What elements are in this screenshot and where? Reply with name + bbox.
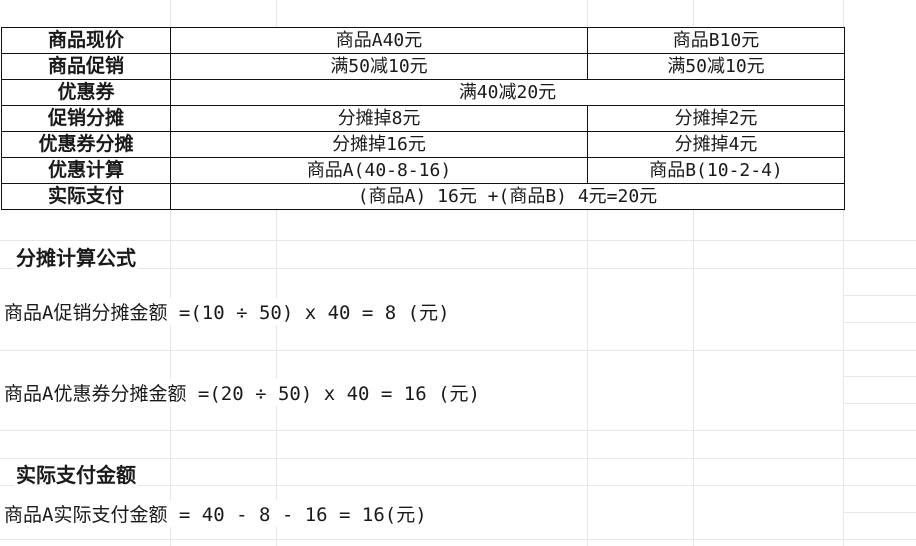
product-a-cell[interactable]: 商品A40元 bbox=[170, 27, 588, 54]
table-row: 商品现价 商品A40元 商品B10元 bbox=[1, 27, 845, 54]
product-a-cell[interactable]: 商品A(40-8-16) bbox=[170, 157, 588, 184]
row-label[interactable]: 优惠计算 bbox=[1, 157, 171, 184]
promotion-table: 商品现价 商品A40元 商品B10元 商品促销 满50减10元 满50减10元 … bbox=[1, 27, 845, 210]
actual-payment-formula[interactable]: 商品A实际支付金额 = 40 - 8 - 16 = 16(元) bbox=[4, 500, 427, 527]
coupon-allocation-formula[interactable]: 商品A优惠券分摊金额 =(20 ÷ 50) x 40 = 16 (元) bbox=[4, 379, 480, 406]
product-b-cell[interactable]: 分摊掉4元 bbox=[587, 131, 845, 158]
product-b-cell[interactable]: 商品B(10-2-4) bbox=[587, 157, 845, 184]
actual-payment-title[interactable]: 实际支付金额 bbox=[14, 459, 138, 488]
product-b-cell[interactable]: 满50减10元 bbox=[587, 53, 845, 80]
row-label[interactable]: 优惠券 bbox=[1, 79, 171, 106]
merged-cell[interactable]: (商品A) 16元 +(商品B) 4元=20元 bbox=[170, 183, 845, 210]
product-a-cell[interactable]: 分摊掉8元 bbox=[170, 105, 588, 132]
table-row: 优惠计算 商品A(40-8-16) 商品B(10-2-4) bbox=[1, 157, 845, 184]
merged-cell[interactable]: 满40减20元 bbox=[170, 79, 845, 106]
product-b-cell[interactable]: 商品B10元 bbox=[587, 27, 845, 54]
row-label[interactable]: 商品现价 bbox=[1, 27, 171, 54]
promotion-allocation-formula[interactable]: 商品A促销分摊金额 =(10 ÷ 50) x 40 = 8 (元) bbox=[4, 298, 450, 325]
table-row: 实际支付 (商品A) 16元 +(商品B) 4元=20元 bbox=[1, 183, 845, 210]
product-a-cell[interactable]: 满50减10元 bbox=[170, 53, 588, 80]
table-row: 促销分摊 分摊掉8元 分摊掉2元 bbox=[1, 105, 845, 132]
row-label[interactable]: 实际支付 bbox=[1, 183, 171, 210]
row-label[interactable]: 商品促销 bbox=[1, 53, 171, 80]
product-a-cell[interactable]: 分摊掉16元 bbox=[170, 131, 588, 158]
table-row: 优惠券分摊 分摊掉16元 分摊掉4元 bbox=[1, 131, 845, 158]
product-b-cell[interactable]: 分摊掉2元 bbox=[587, 105, 845, 132]
table-row: 优惠券 满40减20元 bbox=[1, 79, 845, 106]
row-label[interactable]: 促销分摊 bbox=[1, 105, 171, 132]
row-label[interactable]: 优惠券分摊 bbox=[1, 131, 171, 158]
allocation-formula-title[interactable]: 分摊计算公式 bbox=[14, 242, 138, 271]
table-row: 商品促销 满50减10元 满50减10元 bbox=[1, 53, 845, 80]
